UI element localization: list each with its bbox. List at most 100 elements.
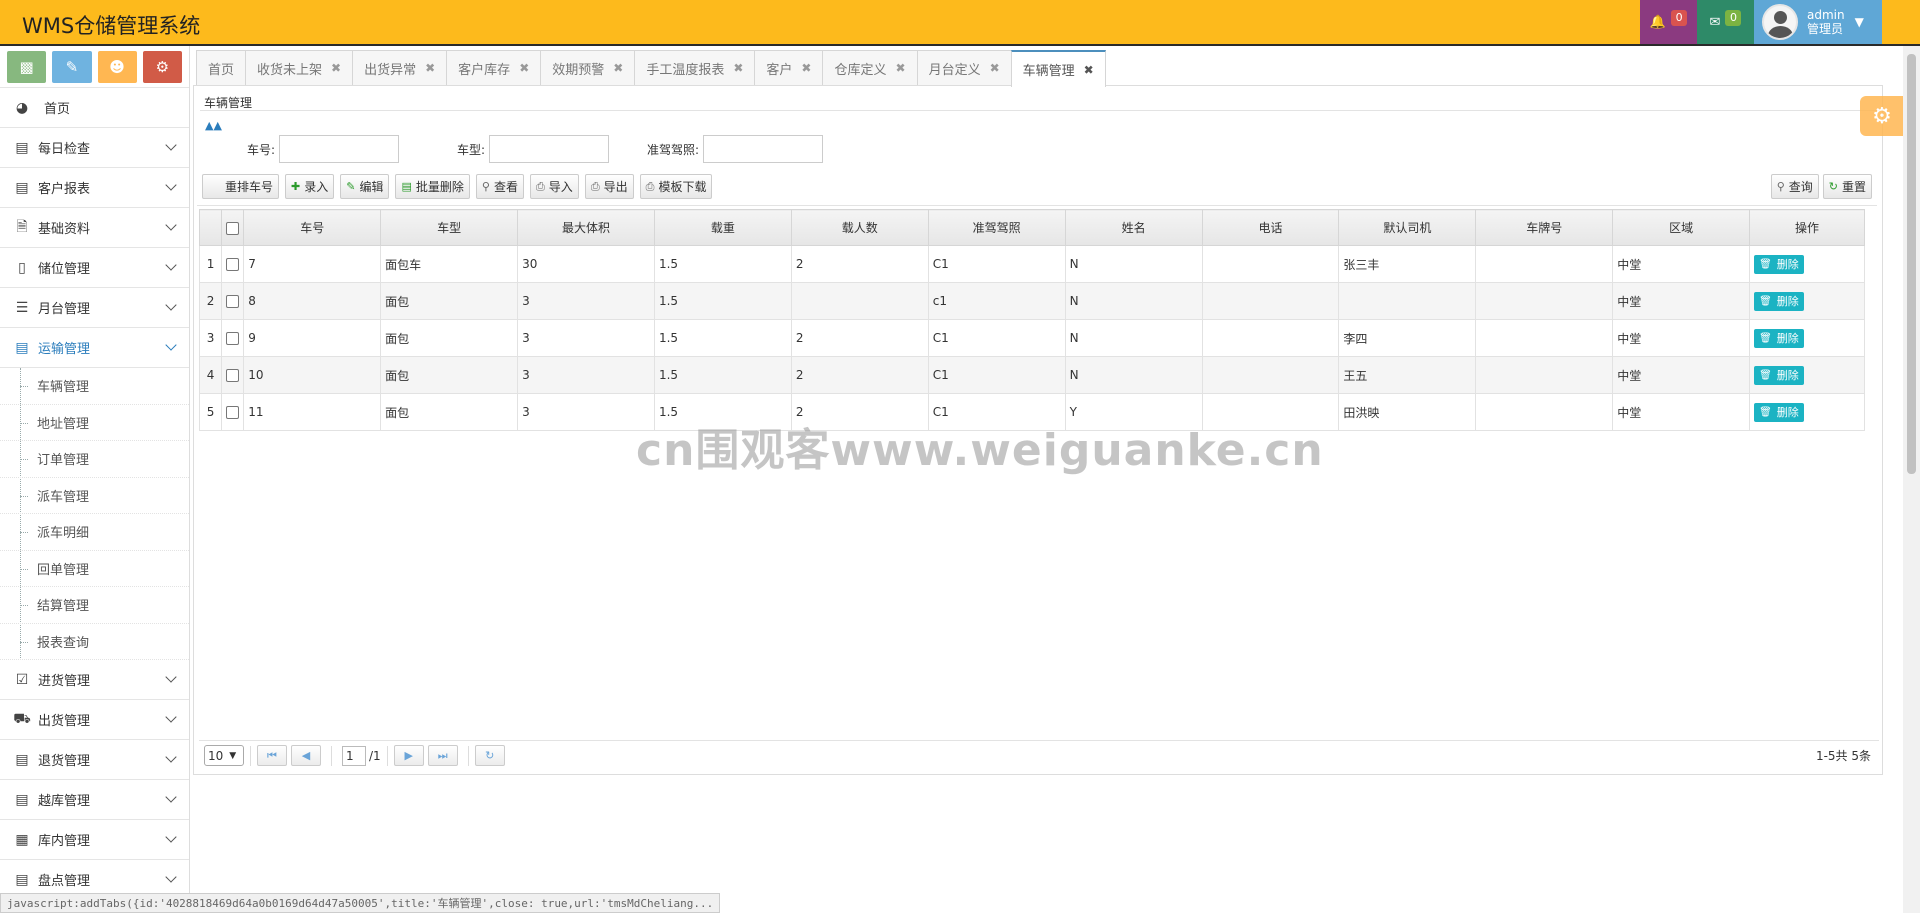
select-all-checkbox[interactable] xyxy=(221,209,245,246)
user-menu[interactable]: admin 管理员 ▼ xyxy=(1754,0,1882,44)
tab-dock-definition[interactable]: 月台定义 ✖ xyxy=(916,50,1012,85)
query-button[interactable]: ⚲ 查询 xyxy=(1770,174,1819,199)
table-row[interactable]: 4 10 面包 3 1.5 2 C1 N 王五 中堂 🗑 删除 xyxy=(198,356,1865,394)
settings-shortcut-button[interactable]: ⚙ xyxy=(142,51,182,83)
close-icon[interactable]: ✖ xyxy=(733,61,743,75)
sidebar-item-basic-data[interactable]: 🗎 基础资料 xyxy=(0,208,189,248)
row-checkbox[interactable] xyxy=(221,245,245,283)
sidebar-item-location[interactable]: ▯ 储位管理 xyxy=(0,248,189,288)
column-header[interactable]: 载人数 xyxy=(790,209,929,246)
cell-car-no: 7 xyxy=(243,245,382,283)
column-header[interactable]: 准驾驾照 xyxy=(927,209,1066,246)
batch-delete-button[interactable]: ▤ 批量删除 xyxy=(395,174,470,199)
cell-plate xyxy=(1475,356,1614,394)
column-header[interactable]: 载重 xyxy=(653,209,792,246)
page-size-select[interactable]: 10 ▼ xyxy=(204,745,244,766)
sidebar-item-crossdock[interactable]: ▤ 越库管理 xyxy=(0,780,189,820)
delete-button[interactable]: 🗑 删除 xyxy=(1754,291,1804,311)
car-no-input[interactable] xyxy=(279,135,400,163)
submenu-item-report-query[interactable]: 报表查询 xyxy=(0,624,189,660)
edit-button[interactable]: ✎ 编辑 xyxy=(340,174,390,199)
vertical-scrollbar[interactable] xyxy=(1903,46,1920,913)
row-checkbox[interactable] xyxy=(221,356,245,394)
settings-gear-button[interactable]: ⚙ xyxy=(1860,96,1904,136)
tab-temperature-report[interactable]: 手工温度报表 ✖ xyxy=(634,50,756,85)
delete-button[interactable]: 🗑 删除 xyxy=(1754,365,1804,385)
sidebar-item-daily-check[interactable]: ▤ 每日检查 xyxy=(0,128,189,168)
table-row[interactable]: 1 7 面包车 30 1.5 2 C1 N 张三丰 中堂 🗑 删除 xyxy=(198,245,1865,283)
delete-button[interactable]: 🗑 删除 xyxy=(1754,328,1804,348)
submenu-item-vehicle[interactable]: 车辆管理 xyxy=(0,368,189,405)
next-page-button[interactable]: ▶ xyxy=(393,745,424,766)
tab-customer[interactable]: 客户 ✖ xyxy=(754,50,824,85)
column-header[interactable]: 电话 xyxy=(1201,209,1340,246)
close-icon[interactable]: ✖ xyxy=(425,61,435,75)
last-page-button[interactable]: ⏭ xyxy=(427,745,458,766)
tab-vehicle-management[interactable]: 车辆管理 ✖ xyxy=(1010,50,1106,87)
tab-shipping-exception[interactable]: 出货异常 ✖ xyxy=(352,50,448,85)
view-button[interactable]: ⚲ 查看 xyxy=(475,174,524,199)
submenu-item-settlement[interactable]: 结算管理 xyxy=(0,587,189,624)
chart-shortcut-button[interactable]: ▩ xyxy=(7,51,47,83)
column-header[interactable]: 车牌号 xyxy=(1475,209,1614,246)
close-icon[interactable]: ✖ xyxy=(896,61,906,75)
total-pages: /1 xyxy=(369,748,381,763)
reset-button[interactable]: ↻ 重置 xyxy=(1822,174,1872,199)
sidebar-item-home[interactable]: ◕ 首页 xyxy=(0,88,189,128)
column-header[interactable]: 车型 xyxy=(380,209,519,246)
submenu-item-dispatch[interactable]: 派车管理 xyxy=(0,478,189,514)
sidebar-item-transport[interactable]: ▤ 运输管理 xyxy=(0,328,189,368)
row-checkbox[interactable] xyxy=(221,282,245,320)
submenu-item-address[interactable]: 地址管理 xyxy=(0,405,189,441)
edit-shortcut-button[interactable]: ✎ xyxy=(52,51,92,83)
license-input[interactable] xyxy=(703,135,824,163)
template-download-button[interactable]: ⎙ 模板下载 xyxy=(639,174,713,199)
sidebar-item-outbound[interactable]: ⛟ 出货管理 xyxy=(0,700,189,740)
add-button[interactable]: ✚ 录入 xyxy=(285,174,335,199)
table-row[interactable]: 2 8 面包 3 1.5 c1 N 中堂 🗑 删除 xyxy=(198,282,1865,320)
import-button[interactable]: ⎙ 导入 xyxy=(529,174,579,199)
column-header[interactable]: 默认司机 xyxy=(1338,209,1477,246)
delete-button[interactable]: 🗑 删除 xyxy=(1754,402,1804,422)
refresh-button[interactable]: ↻ xyxy=(474,745,505,766)
sidebar-item-dock[interactable]: ☰ 月台管理 xyxy=(0,288,189,328)
sidebar-item-return[interactable]: ▤ 退货管理 xyxy=(0,740,189,780)
tab-unshelved[interactable]: 收货未上架 ✖ xyxy=(245,50,354,85)
column-header[interactable]: 区域 xyxy=(1612,209,1751,246)
tab-customer-stock[interactable]: 客户库存 ✖ xyxy=(446,50,542,85)
submenu-item-receipt[interactable]: 回单管理 xyxy=(0,551,189,587)
close-icon[interactable]: ✖ xyxy=(519,61,529,75)
first-page-button[interactable]: ⏮ xyxy=(257,745,287,766)
column-header[interactable]: 姓名 xyxy=(1064,209,1203,246)
close-icon[interactable]: ✖ xyxy=(990,61,1000,75)
submenu-item-dispatch-detail[interactable]: 派车明细 xyxy=(0,514,189,551)
tab-home[interactable]: 首页 xyxy=(196,50,247,85)
tab-warehouse-definition[interactable]: 仓库定义 ✖ xyxy=(822,50,918,85)
cell-name: N xyxy=(1064,245,1203,283)
submenu-item-order[interactable]: 订单管理 xyxy=(0,441,189,478)
export-button[interactable]: ⎙ 导出 xyxy=(584,174,634,199)
users-shortcut-button[interactable]: ☻ xyxy=(97,51,137,83)
messages-button[interactable]: ✉ 0 xyxy=(1697,0,1754,44)
sidebar-item-inventory[interactable]: ▦ 库内管理 xyxy=(0,820,189,860)
sidebar-item-inbound[interactable]: ☑ 进货管理 xyxy=(0,660,189,700)
row-checkbox[interactable] xyxy=(221,319,245,357)
sidebar-item-customer-report[interactable]: ▤ 客户报表 xyxy=(0,168,189,208)
scrollbar-thumb[interactable] xyxy=(1907,54,1916,474)
reorder-button[interactable]: 重排车号 xyxy=(202,174,280,199)
close-icon[interactable]: ✖ xyxy=(801,61,811,75)
close-icon[interactable]: ✖ xyxy=(1084,63,1094,77)
collapse-up-icon[interactable]: ▲▲ xyxy=(205,119,222,132)
row-checkbox[interactable] xyxy=(221,393,245,431)
column-header[interactable]: 最大体积 xyxy=(517,209,655,246)
column-header[interactable]: 车号 xyxy=(243,209,382,246)
page-number-input[interactable]: 1 xyxy=(342,745,366,766)
car-type-input[interactable] xyxy=(489,135,610,163)
close-icon[interactable]: ✖ xyxy=(331,61,341,75)
table-row[interactable]: 3 9 面包 3 1.5 2 C1 N 李四 中堂 🗑 删除 xyxy=(198,319,1865,357)
notifications-button[interactable]: 🔔 0 xyxy=(1640,0,1697,44)
delete-button[interactable]: 🗑 删除 xyxy=(1754,254,1804,274)
close-icon[interactable]: ✖ xyxy=(613,61,623,75)
prev-page-button[interactable]: ◀ xyxy=(291,745,321,766)
tab-expiry-warning[interactable]: 效期预警 ✖ xyxy=(540,50,636,85)
